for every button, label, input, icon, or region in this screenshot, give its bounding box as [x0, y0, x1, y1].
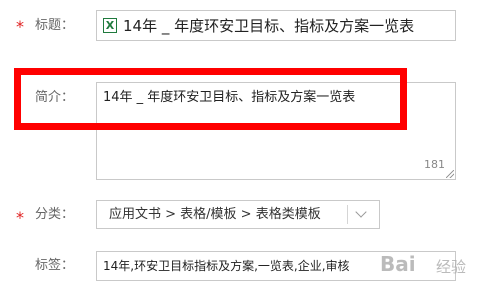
watermark-text: Bai [380, 252, 416, 276]
title-value: 14年 _ 年度环安卫目标、指标及方案一览表 [123, 17, 415, 35]
category-value: 应用文书 > 表格/模板 > 表格类模板 [109, 207, 321, 222]
resize-handle-icon[interactable] [446, 170, 454, 178]
category-select[interactable]: 应用文书 > 表格/模板 > 表格类模板 [96, 200, 380, 229]
title-field[interactable]: X 14年 _ 年度环安卫目标、指标及方案一览表 [96, 10, 456, 41]
title-label: 标题： [35, 18, 75, 33]
char-counter: 181 [424, 158, 445, 171]
highlight-annotation [14, 68, 407, 130]
excel-file-icon: X [103, 18, 117, 33]
select-divider [347, 205, 348, 224]
watermark-logo: Bai 经验 [380, 246, 498, 296]
tags-label: 标签： [35, 258, 75, 273]
category-label: 分类： [35, 207, 75, 222]
tags-value: 14年,环安卫目标指标及方案,一览表,企业,审核 [103, 259, 350, 273]
required-mark: * [16, 17, 24, 36]
watermark-suffix: 经验 [436, 258, 467, 276]
chevron-down-icon[interactable] [355, 206, 367, 218]
required-mark: * [16, 208, 24, 227]
